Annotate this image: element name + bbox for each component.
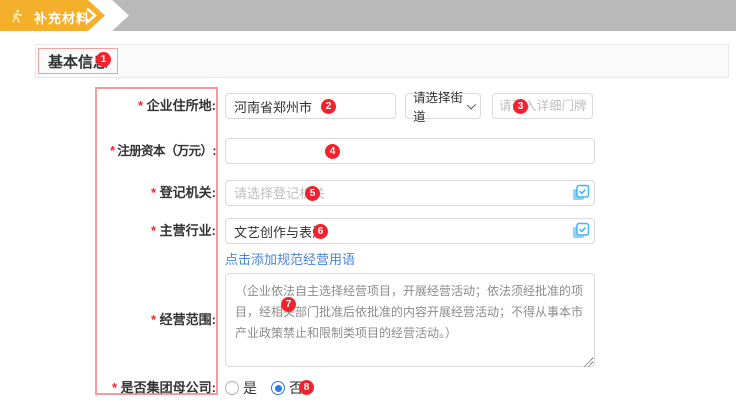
annotation-badge-3: 3 xyxy=(513,99,528,114)
industry-label: 主营行业: xyxy=(95,218,216,244)
capital-input[interactable] xyxy=(225,138,595,164)
capital-label: 注册资本（万元）: xyxy=(95,138,216,164)
authority-picker-icon[interactable] xyxy=(572,184,590,202)
annotation-badge-5: 5 xyxy=(305,186,320,201)
address-label: 企业住所地: xyxy=(95,93,216,119)
scope-label: 经营范围: xyxy=(95,307,216,333)
annotation-badge-2: 2 xyxy=(321,99,336,114)
step-chevron-icon xyxy=(84,6,98,30)
group-parent-radio-group: 是 否 xyxy=(225,378,303,398)
industry-input[interactable] xyxy=(225,218,595,244)
radio-option-yes[interactable]: 是 xyxy=(225,378,257,398)
page: 补充材料 基本信息 1 企业住所地: 2 请选择街道 3 注册资本（万元）: 4… xyxy=(0,0,736,402)
step-bar: 补充材料 xyxy=(0,0,736,31)
street-select-value: 请选择街道 xyxy=(413,87,467,125)
street-select[interactable]: 请选择街道 xyxy=(405,93,481,119)
radio-circle xyxy=(225,381,239,395)
group-parent-label: 是否集团母公司: xyxy=(95,378,216,398)
annotation-badge-4: 4 xyxy=(325,144,340,159)
address-input[interactable] xyxy=(225,93,396,119)
chevron-down-icon xyxy=(467,100,476,109)
annotation-badge-6: 6 xyxy=(313,224,328,239)
section-header: 基本信息 xyxy=(35,44,729,78)
annotation-badge-8: 8 xyxy=(299,380,314,395)
annotation-badge-1: 1 xyxy=(96,52,111,67)
radio-label-yes: 是 xyxy=(243,378,257,398)
scope-textarea[interactable]: （企业依法自主选择经营项目，开展经营活动；依法须经批准的项目，经相关部门批准后依… xyxy=(225,273,595,367)
radio-circle xyxy=(271,381,285,395)
address-detail-input[interactable] xyxy=(492,93,593,119)
authority-input[interactable] xyxy=(225,180,595,206)
runner-icon xyxy=(9,8,24,29)
annotation-badge-7: 7 xyxy=(281,297,296,312)
add-standard-terms-link[interactable]: 点击添加规范经营用语 xyxy=(225,249,355,268)
authority-label: 登记机关: xyxy=(95,180,216,206)
step-bar-track xyxy=(0,0,736,31)
industry-picker-icon[interactable] xyxy=(572,222,590,240)
step-label: 补充材料 xyxy=(34,8,90,27)
